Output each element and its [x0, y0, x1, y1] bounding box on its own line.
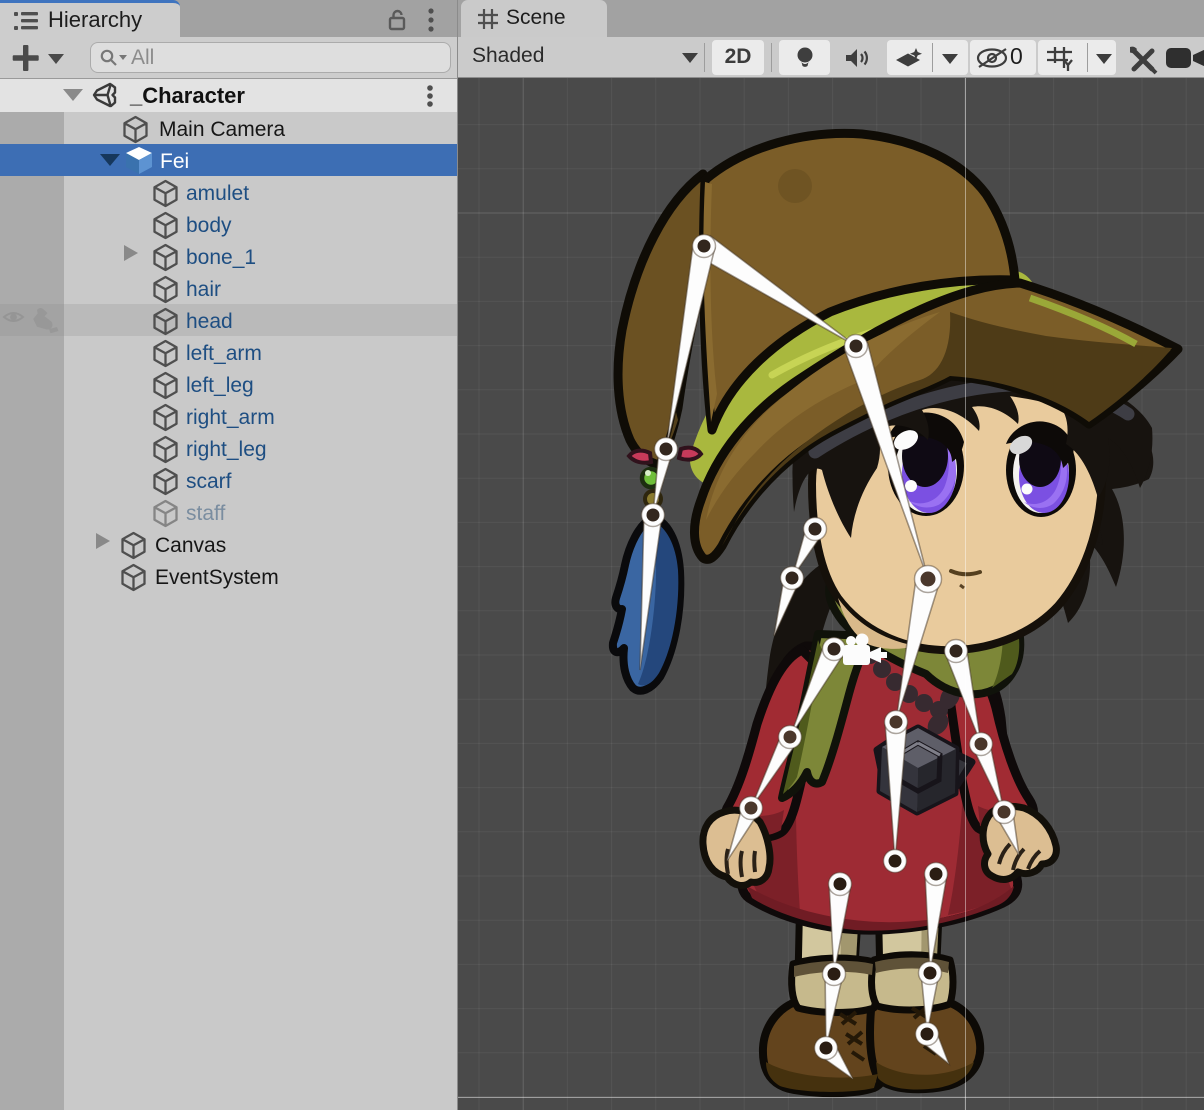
svg-text:scarf: scarf — [186, 470, 232, 493]
svg-text:EventSystem: EventSystem — [155, 566, 279, 589]
svg-text:hair: hair — [186, 278, 221, 301]
svg-text:amulet: amulet — [186, 182, 249, 205]
svg-text:right_leg: right_leg — [186, 438, 267, 461]
svg-text:right_arm: right_arm — [186, 406, 275, 429]
svg-text:_Character: _Character — [129, 83, 245, 108]
svg-text:Canvas: Canvas — [155, 534, 226, 557]
svg-text:bone_1: bone_1 — [186, 246, 256, 269]
svg-text:left_leg: left_leg — [186, 374, 254, 397]
svg-text:head: head — [186, 310, 233, 333]
svg-text:left_arm: left_arm — [186, 342, 262, 365]
svg-text:staff: staff — [186, 502, 225, 525]
svg-text:Fei: Fei — [160, 150, 189, 173]
svg-text:Main Camera: Main Camera — [159, 118, 285, 141]
svg-text:body: body — [186, 214, 232, 237]
